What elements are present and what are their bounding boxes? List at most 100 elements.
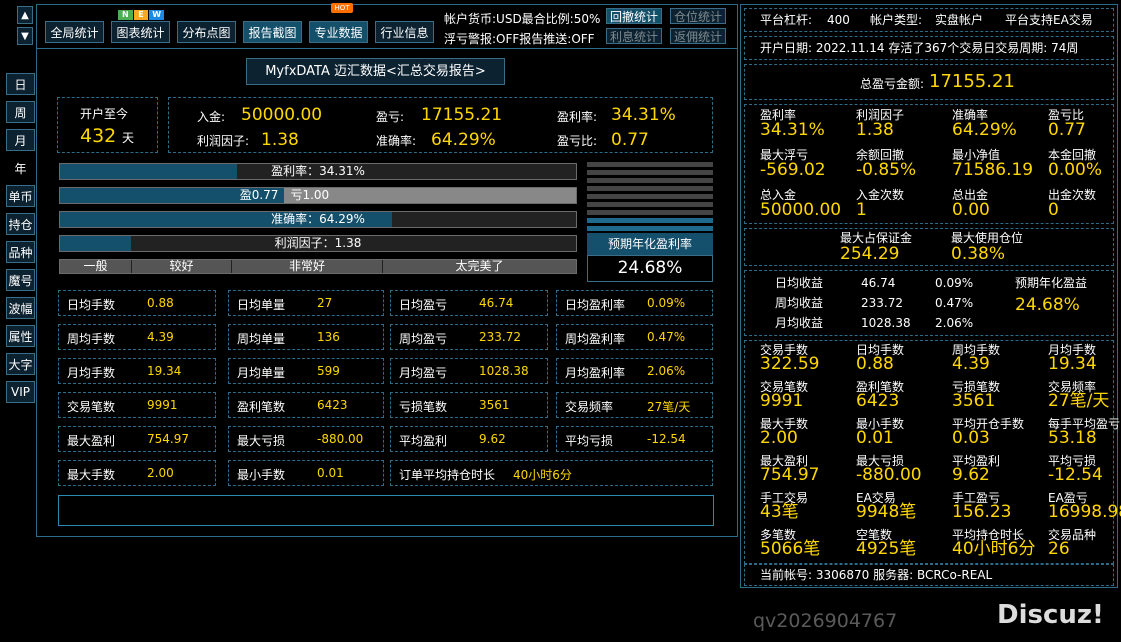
account-type-label: 帐户类型:: [870, 13, 923, 27]
open-days-label: 开户至今: [80, 107, 129, 121]
qq-watermark: qv2026904767: [753, 610, 898, 632]
alert-status: 浮亏警报:OFF报告推送:OFF: [444, 32, 595, 46]
annual-label: 预期年化盈利率: [587, 233, 713, 255]
stat-cell: 最大盈利 754.97: [58, 426, 216, 452]
rebate-stats-button[interactable]: 返佣统计: [670, 28, 726, 44]
roi-value: 34.31%: [611, 105, 676, 125]
sidebar-item-large-font[interactable]: 大字: [6, 353, 35, 375]
trade-stat-value: 4.39: [952, 354, 990, 374]
sidebar-item-volatility[interactable]: 波幅: [6, 297, 35, 319]
sidebar-item-vip[interactable]: VIP: [6, 381, 35, 403]
stat-cell: 日均盈亏 46.74: [390, 290, 548, 316]
leverage-value: 400: [827, 13, 850, 27]
stat-value: 9.62: [479, 432, 506, 446]
stat-value: 9991: [147, 398, 178, 412]
annual-income-label: 预期年化盈益: [1015, 276, 1088, 290]
stat-cell: 周均手数 4.39: [58, 324, 216, 350]
stat-value: -12.54: [647, 432, 686, 446]
level-stripe-active: [587, 226, 713, 231]
trade-stat-value: -880.00: [856, 465, 922, 485]
account-info: 当前帐号: 3306870 服务器: BCRCo-REAL: [744, 564, 1114, 586]
position-stats-button[interactable]: 仓位统计: [670, 8, 726, 24]
scroll-down-button[interactable]: ▼: [17, 27, 33, 45]
trade-stats-box: 交易手数 322.59 日均手数 0.88 周均手数 4.39 月均手数 19.34 交易笔数 9…: [744, 340, 1121, 564]
interest-stats-button[interactable]: 利息统计: [606, 28, 662, 44]
stat-value: 27笔/天: [647, 400, 691, 414]
win-loss-bar: 盈0.77 亏1.00: [59, 187, 577, 204]
distribution-button[interactable]: 分布点图: [177, 21, 236, 43]
accuracy-bar: 准确率：64.29%: [59, 211, 577, 228]
scroll-up-button[interactable]: ▲: [17, 6, 33, 24]
open-days-value: 432: [80, 125, 117, 147]
stat-value: 19.34: [147, 364, 182, 378]
scale-very-good: 非常好: [232, 260, 383, 273]
sidebar-item-week[interactable]: 周: [6, 101, 35, 123]
sidebar-item-attributes[interactable]: 属性: [6, 325, 35, 347]
stat-cell: 最小手数 0.01: [228, 460, 384, 486]
message-input[interactable]: [58, 495, 714, 526]
stat-cell: 周均盈利率 0.47%: [556, 324, 713, 350]
trade-stat-value: 16998.98: [1048, 502, 1121, 522]
pro-data-button[interactable]: 专业数据: [309, 21, 368, 43]
stat-cell: 交易频率 27笔/天: [556, 392, 713, 418]
ratios-box: 盈利率 34.31% 利润因子 1.38 准确率 64.29% 盈亏比 0.77 最大浮亏 -56…: [744, 104, 1114, 224]
trade-stat-value: 27笔/天: [1048, 391, 1110, 411]
stat-value: 1028.38: [479, 364, 529, 378]
stat-value: 599: [317, 364, 340, 378]
income-label: 周均收益: [775, 296, 824, 310]
stat-label: 月均盈亏: [399, 366, 448, 380]
ratio-value: 0.77: [1048, 120, 1086, 140]
income-label: 月均收益: [775, 316, 824, 330]
stat-value: 0.01: [317, 466, 344, 480]
level-stripe: [587, 186, 713, 191]
trade-stat-value: 43笔: [760, 502, 799, 522]
stat-cell: 日均手数 0.88: [58, 290, 216, 316]
open-days-box: 开户至今 432 天: [57, 97, 158, 153]
stat-value: 754.97: [147, 432, 189, 446]
level-stripe: [587, 170, 713, 175]
hot-badge: HOT: [331, 3, 353, 13]
stat-cell: 最大手数 2.00: [58, 460, 216, 486]
ratio-value: 71586.19: [952, 160, 1034, 180]
sidebar-item-holdings[interactable]: 持仓: [6, 213, 35, 235]
stat-label: 交易笔数: [67, 400, 116, 414]
income-value: 46.74: [861, 276, 896, 290]
sidebar-item-day[interactable]: 日: [6, 73, 35, 95]
global-stats-button[interactable]: 全局统计: [45, 21, 104, 43]
deposit-label: 入金:: [197, 110, 226, 124]
summary-box: 入金: 50000.00 盈亏: 17155.21 盈利率: 34.31% 利润…: [168, 97, 713, 153]
trade-stat-value: 9.62: [952, 465, 990, 485]
annual-income-value: 24.68%: [1015, 295, 1080, 315]
sidebar-item-month[interactable]: 月: [6, 129, 35, 151]
drawdown-stats-button[interactable]: 回撤统计: [606, 8, 662, 24]
stat-cell: 月均盈亏 1028.38: [390, 358, 548, 384]
trade-stat-value: 322.59: [760, 354, 820, 374]
currency-status: 帐户货币:USD最合比例:50%: [444, 12, 601, 26]
level-stripe: [587, 194, 713, 199]
stat-value: 4.39: [147, 330, 174, 344]
stat-cell: 最大亏损 -880.00: [228, 426, 384, 452]
stat-label: 周均盈利率: [565, 332, 626, 346]
industry-info-button[interactable]: 行业信息: [375, 21, 434, 43]
stat-value: 0.88: [147, 296, 174, 310]
trade-stat-value: 40小时6分: [952, 539, 1036, 559]
chart-stats-button[interactable]: 图表统计: [111, 21, 170, 43]
accuracy-value: 64.29%: [431, 130, 496, 150]
report-screenshot-button[interactable]: 报告截图: [243, 21, 302, 43]
sidebar-item-year[interactable]: 年: [6, 157, 35, 179]
pnl-label: 盈亏:: [376, 110, 405, 124]
sidebar-item-symbols[interactable]: 品种: [6, 241, 35, 263]
income-value: 2.06%: [935, 316, 974, 330]
accuracy-bar-text: 准确率：64.29%: [271, 212, 365, 226]
ratio-value: 1: [856, 200, 867, 220]
stat-value: 2.00: [147, 466, 174, 480]
sidebar-item-single-currency[interactable]: 单币: [6, 185, 35, 207]
win-bar-text: 盈0.77: [239, 188, 279, 202]
sidebar-item-magic[interactable]: 魔号: [6, 269, 35, 291]
scale-good: 较好: [132, 260, 232, 273]
ea-support: 平台支持EA交易: [1005, 13, 1093, 27]
ratio-value: -0.85%: [856, 160, 917, 180]
income-value: 0.47%: [935, 296, 974, 310]
stat-cell: 周均单量 136: [228, 324, 384, 350]
trade-stat-value: 0.01: [856, 428, 894, 448]
